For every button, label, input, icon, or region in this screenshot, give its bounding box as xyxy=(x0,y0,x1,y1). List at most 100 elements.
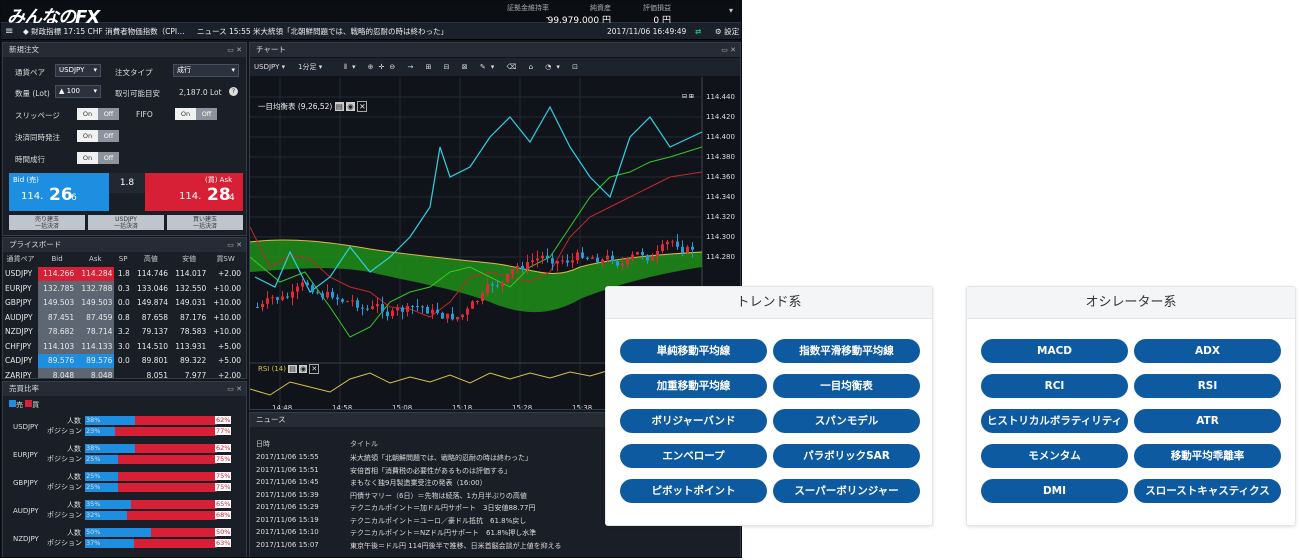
bid-cell[interactable]: 114.103 xyxy=(37,339,77,354)
priceboard-row[interactable]: EURJPY 132.785 132.788 0.3 133.046 132.550 +10… xyxy=(3,281,243,296)
edit-icon[interactable]: ▤ xyxy=(288,365,297,373)
ratio-pair: USDJPY xyxy=(13,423,39,431)
chevron-down-icon[interactable]: ▾ xyxy=(93,86,100,97)
bid-cell[interactable]: 149.503 xyxy=(37,295,77,310)
window-menu-icon[interactable]: ▾ xyxy=(729,6,737,15)
panel-controls-icon[interactable]: ▭ ✕ xyxy=(721,43,736,57)
indicator-pill[interactable]: 単純移動平均線 xyxy=(620,339,767,363)
ask-cell[interactable]: 149.503 xyxy=(76,295,115,310)
news-ticker[interactable]: ニュース 15:55 米大統領「北朝鮮問題では、戦略的忍耐の時は終わった」 xyxy=(197,23,448,40)
bid-sell-button[interactable]: Bid (売) 114. 26 6 xyxy=(9,173,109,211)
close-icon[interactable]: ✕ xyxy=(309,364,320,374)
x-tick-label: 15:38 xyxy=(572,404,592,410)
settle-label: 決済同時発注 xyxy=(15,133,60,142)
ask-cell[interactable]: 78.714 xyxy=(76,324,115,339)
indicator-pill[interactable]: ADX xyxy=(1134,339,1281,363)
swap-cell: +2.00 xyxy=(218,269,241,279)
panel-controls-icon[interactable]: ▭ ✕ xyxy=(227,43,242,57)
bid-cell[interactable]: 114.266 xyxy=(37,266,77,281)
pair-cell[interactable]: USDJPY xyxy=(3,267,38,282)
close-all-buy-button[interactable]: 買い建玉 一括決済 xyxy=(167,215,243,230)
priceboard-row[interactable]: USDJPY 114.266 114.284 1.8 114.746 114.017 +2.… xyxy=(3,266,243,282)
indicator-pill[interactable]: パラボリックSAR xyxy=(773,444,920,468)
indicator-pill[interactable]: RSI xyxy=(1134,374,1281,398)
chart-interval-select[interactable]: 1分足 ▾ xyxy=(298,58,322,76)
indicator-pill[interactable]: エンベロープ xyxy=(620,444,767,468)
edit-icon[interactable]: ▤ xyxy=(334,102,344,111)
panel-controls-icon[interactable]: ▭ ✕ xyxy=(227,238,242,252)
ask-cell[interactable]: 89.576 xyxy=(76,353,115,368)
slippage-toggle[interactable]: On Off xyxy=(77,108,119,120)
news-headline: 東京午後＝ドル円 114円後半で推移、日米首脳会談が上値を抑える xyxy=(350,541,562,550)
indicator-pill[interactable]: ボリジャーバンド xyxy=(620,409,767,433)
help-icon[interactable]: ? xyxy=(229,87,238,96)
swap-cell: +10.00 xyxy=(213,312,241,322)
chart-pair-select[interactable]: USDJPY ▾ xyxy=(254,58,285,76)
priceboard-row[interactable]: AUDJPY 87.451 87.459 0.8 87.658 87.176 +10.00 xyxy=(3,310,243,325)
indicator-pill[interactable]: 一目均衡表 xyxy=(773,374,920,398)
indicator-pill[interactable]: ATR xyxy=(1134,409,1281,433)
indicator-pill[interactable]: 加重移動平均線 xyxy=(620,374,767,398)
pair-cell[interactable]: GBPJPY xyxy=(3,296,38,311)
visibility-icon[interactable]: ◉ xyxy=(299,365,308,373)
ask-cell[interactable]: 8.048 xyxy=(76,368,115,378)
indicator-pill[interactable]: ヒストリカルボラティリティ xyxy=(981,409,1128,433)
time-toggle[interactable]: On Off xyxy=(77,152,119,164)
settings-button[interactable]: ⚙ 設定 xyxy=(715,23,739,40)
indicator-ticker[interactable]: ◆ 財政指標 17:15 CHF 消費者物価指数（CPI… xyxy=(23,23,185,40)
priceboard-row[interactable]: ZARJPY 8.048 8.048 8.051 7.977 +2.00 xyxy=(3,368,243,379)
priceboard-row[interactable]: CADJPY 89.576 89.576 0.0 89.801 89.322 +5.00 xyxy=(3,353,243,369)
ask-buy-button[interactable]: (買) Ask 114. 28 4 xyxy=(145,173,243,211)
indicator-pill[interactable]: DMI xyxy=(981,479,1128,503)
qty-stepper[interactable]: ▲ 100 ▾ xyxy=(55,85,101,98)
chart-zoom-icons[interactable]: ⊟ ⊞ xyxy=(682,93,694,100)
bid-cell[interactable]: 89.576 xyxy=(37,353,77,368)
order-type-select[interactable]: 成行 ▾ xyxy=(173,64,239,77)
close-icon[interactable]: ✕ xyxy=(357,101,368,112)
sync-icon[interactable]: ⇄ xyxy=(695,23,701,40)
hamburger-icon[interactable]: ≡ xyxy=(5,23,13,40)
priceboard-row[interactable]: CHFJPY 114.103 114.133 3.0 114.510 113.931 +5.… xyxy=(3,339,243,354)
indicator-pill[interactable]: スパンモデル xyxy=(773,409,920,433)
pair-cell[interactable]: NZDJPY xyxy=(3,325,38,340)
close-all-sell-button[interactable]: 売り建玉 一括決済 xyxy=(9,215,85,230)
indicator-pill[interactable]: RCI xyxy=(981,374,1128,398)
bid-cell[interactable]: 132.785 xyxy=(37,281,77,296)
fifo-toggle[interactable]: On Off xyxy=(175,108,217,120)
news-title-header: タイトル xyxy=(350,440,378,448)
indicator-pill[interactable]: MACD xyxy=(981,339,1128,363)
bid-cell[interactable]: 8.048 xyxy=(37,368,77,378)
panel-controls-icon[interactable]: ▭ ✕ xyxy=(227,382,242,396)
settle-toggle[interactable]: On Off xyxy=(77,130,119,142)
pair-cell[interactable]: AUDJPY xyxy=(3,310,38,325)
chart-tools-icons[interactable]: ⫴▾ ⊕✛⊖ → ⊞ ⊟ ⊠ ✎▾ ⌫ ⌂ ◔▾ ⊡ xyxy=(344,58,583,76)
priceboard-row[interactable]: GBPJPY 149.503 149.503 0.0 149.874 149.031 +10… xyxy=(3,295,243,311)
stepper-up-icon[interactable]: ▲ xyxy=(59,87,64,95)
indicator-pill[interactable]: モメンタム xyxy=(981,444,1128,468)
pair-cell[interactable]: CHFJPY xyxy=(3,339,38,354)
candle-body xyxy=(341,299,344,302)
indicator-pill[interactable]: 指数平滑移動平均線 xyxy=(773,339,920,363)
ask-cell[interactable]: 87.459 xyxy=(76,310,115,325)
ask-cell[interactable]: 114.284 xyxy=(76,266,115,281)
ask-cell[interactable]: 114.133 xyxy=(76,339,115,354)
pair-cell[interactable]: ZARJPY xyxy=(3,368,38,378)
close-all-pair-button[interactable]: USDJPY 一括決済 xyxy=(88,215,164,230)
bid-cell[interactable]: 78.682 xyxy=(37,324,77,339)
pair-cell[interactable]: CADJPY xyxy=(3,354,38,369)
pair-select[interactable]: USDJPY ▾ xyxy=(55,64,101,77)
news-date: 2017/11/06 15:19 xyxy=(256,515,319,524)
news-row[interactable]: 2017/11/06 15:10 テクニカルポイント＝NZドル円サポート 61.8… xyxy=(256,528,736,537)
settings-label: 設定 xyxy=(724,27,740,36)
ask-cell[interactable]: 132.788 xyxy=(76,281,115,296)
indicator-pill[interactable]: 移動平均乖離率 xyxy=(1134,444,1281,468)
news-row[interactable]: 2017/11/06 15:07 東京午後＝ドル円 114円後半で推移、日米首脳会… xyxy=(256,541,736,550)
bid-cell[interactable]: 87.451 xyxy=(37,310,77,325)
indicator-pill[interactable]: スーパーボリンジャー xyxy=(773,479,920,503)
indicator-pill[interactable]: ピボットポイント xyxy=(620,479,767,503)
priceboard-row[interactable]: NZDJPY 78.682 78.714 3.2 79.137 78.583 +10.00 xyxy=(3,324,243,340)
visibility-icon[interactable]: ◉ xyxy=(346,102,355,111)
indicator-pill[interactable]: スローストキャスティクス xyxy=(1134,479,1281,503)
high-cell: 8.051 xyxy=(146,370,169,379)
pair-cell[interactable]: EURJPY xyxy=(3,281,38,296)
